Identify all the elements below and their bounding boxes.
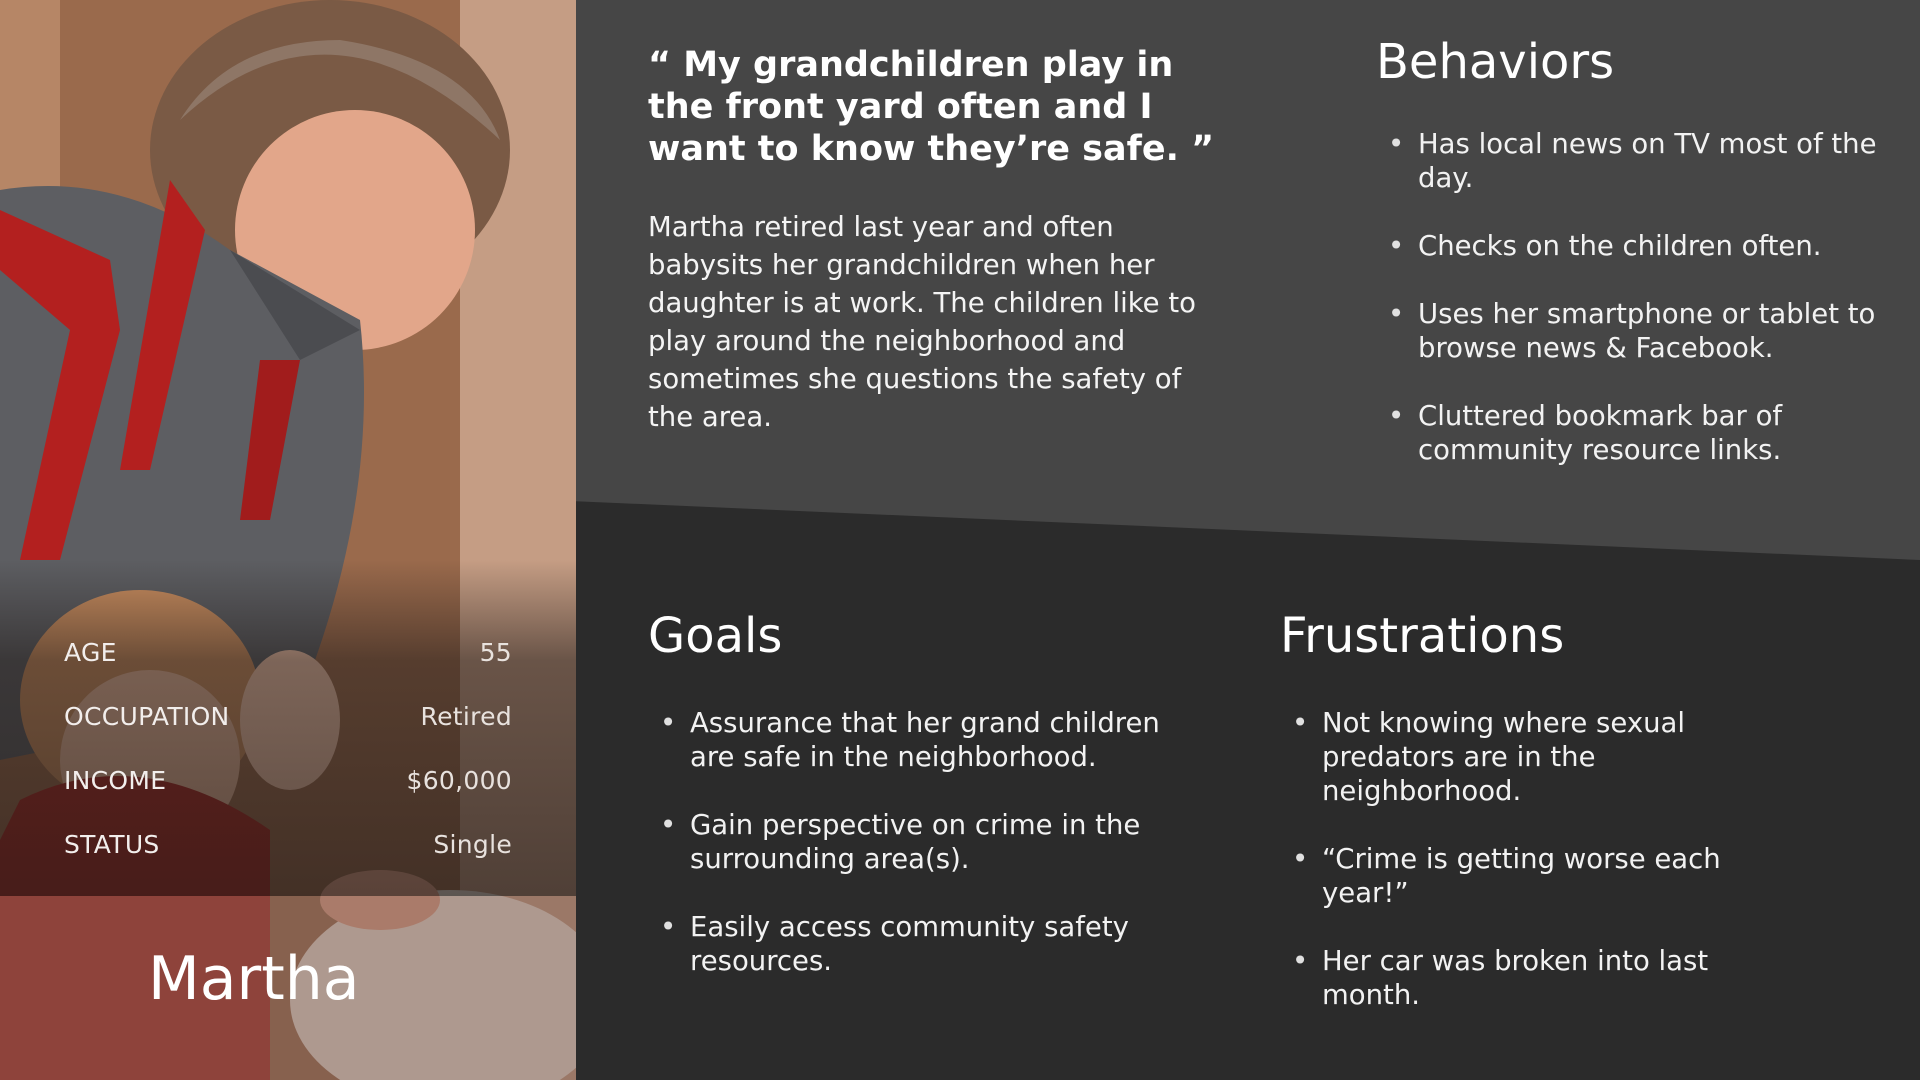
detail-age: AGE 55 bbox=[64, 620, 512, 684]
detail-label: OCCUPATION bbox=[64, 701, 230, 731]
persona-bio: Martha retired last year and often babys… bbox=[648, 211, 1196, 433]
persona-name: Martha bbox=[148, 944, 360, 1014]
behaviors-heading: Behaviors bbox=[1376, 34, 1615, 90]
bullet-icon: • bbox=[660, 911, 677, 943]
goals-list: • Assurance that her grand children are s… bbox=[648, 706, 1208, 1012]
detail-occupation: OCCUPATION Retired bbox=[64, 684, 512, 748]
list-item-text: Gain perspective on crime in the surroun… bbox=[690, 809, 1141, 875]
detail-value: 55 bbox=[479, 637, 512, 667]
bullet-icon: • bbox=[660, 809, 677, 841]
detail-label: INCOME bbox=[64, 765, 167, 795]
list-item-text: Her car was broken into last month. bbox=[1322, 945, 1709, 1011]
bullet-icon: • bbox=[1388, 298, 1405, 330]
persona-name-band: Martha bbox=[0, 896, 576, 1080]
list-item: • Has local news on TV most of the day. bbox=[1376, 127, 1896, 195]
list-item-text: Not knowing where sexual predators are i… bbox=[1322, 707, 1686, 807]
list-item-text: Checks on the children often. bbox=[1418, 230, 1822, 262]
list-item: • Easily access community safety resource… bbox=[648, 910, 1208, 978]
bullet-icon: • bbox=[1388, 128, 1405, 160]
detail-value: Single bbox=[433, 829, 512, 859]
bullet-icon: • bbox=[1292, 707, 1309, 739]
list-item: • “Crime is getting worse each year!” bbox=[1280, 842, 1800, 910]
list-item: • Checks on the children often. bbox=[1376, 229, 1896, 263]
list-item: • Gain perspective on crime in the surrou… bbox=[648, 808, 1208, 876]
list-item-text: “Crime is getting worse each year!” bbox=[1322, 843, 1721, 909]
bullet-icon: • bbox=[1292, 843, 1309, 875]
persona-details: AGE 55 OCCUPATION Retired INCOME $60,000… bbox=[64, 620, 512, 876]
detail-status: STATUS Single bbox=[64, 812, 512, 876]
detail-value: Retired bbox=[420, 701, 512, 731]
list-item: • Assurance that her grand children are s… bbox=[648, 706, 1208, 774]
detail-label: AGE bbox=[64, 637, 117, 667]
list-item: • Not knowing where sexual predators are … bbox=[1280, 706, 1800, 808]
persona-quote: “ My grandchildren play in the front yar… bbox=[648, 45, 1215, 169]
list-item-text: Assurance that her grand children are sa… bbox=[690, 707, 1160, 773]
goals-heading: Goals bbox=[648, 608, 783, 664]
list-item: • Cluttered bookmark bar of community res… bbox=[1376, 399, 1896, 467]
list-item-text: Has local news on TV most of the day. bbox=[1418, 128, 1877, 194]
list-item-text: Easily access community safety resources… bbox=[690, 911, 1129, 977]
behaviors-list: • Has local news on TV most of the day. •… bbox=[1376, 127, 1896, 501]
frustrations-list: • Not knowing where sexual predators are … bbox=[1280, 706, 1800, 1046]
bullet-icon: • bbox=[1388, 400, 1405, 432]
list-item: • Uses her smartphone or tablet to browse… bbox=[1376, 297, 1896, 365]
detail-income: INCOME $60,000 bbox=[64, 748, 512, 812]
bullet-icon: • bbox=[1292, 945, 1309, 977]
persona-photo-panel: AGE 55 OCCUPATION Retired INCOME $60,000… bbox=[0, 0, 576, 1080]
list-item-text: Cluttered bookmark bar of community reso… bbox=[1418, 400, 1783, 466]
detail-label: STATUS bbox=[64, 829, 160, 859]
frustrations-heading: Frustrations bbox=[1280, 608, 1565, 664]
detail-value: $60,000 bbox=[406, 765, 512, 795]
bullet-icon: • bbox=[660, 707, 677, 739]
bullet-icon: • bbox=[1388, 230, 1405, 262]
list-item: • Her car was broken into last month. bbox=[1280, 944, 1800, 1012]
list-item-text: Uses her smartphone or tablet to browse … bbox=[1418, 298, 1876, 364]
